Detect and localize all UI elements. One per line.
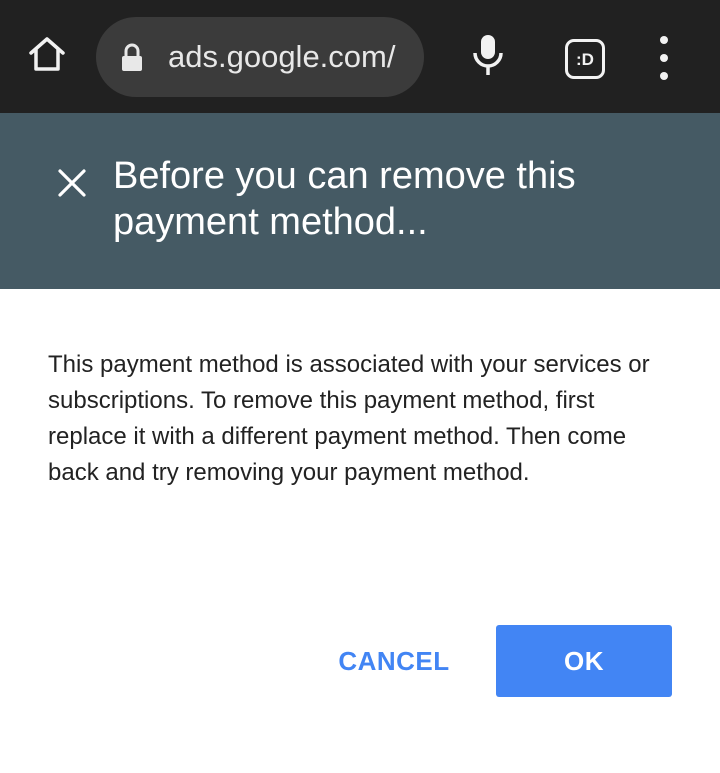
cancel-button[interactable]: CANCEL	[318, 626, 470, 696]
lock-icon	[120, 43, 144, 73]
ok-button[interactable]: OK	[496, 625, 672, 697]
home-icon	[27, 34, 67, 79]
tab-switcher-label: :D	[576, 49, 594, 69]
more-vert-icon	[660, 36, 668, 80]
tab-switcher-button[interactable]: :D	[565, 39, 605, 79]
close-icon	[57, 168, 87, 203]
browser-toolbar: ads.google.com/ :D	[0, 0, 720, 113]
dialog-header: Before you can remove this payment metho…	[0, 113, 720, 289]
microphone-icon	[472, 33, 504, 82]
dialog-message: This payment method is associated with y…	[48, 351, 650, 486]
url-bar[interactable]: ads.google.com/	[96, 17, 424, 97]
url-text: ads.google.com/	[168, 39, 396, 74]
voice-search-button[interactable]	[468, 34, 508, 80]
close-button[interactable]	[50, 163, 94, 207]
dialog-title: Before you can remove this payment metho…	[113, 155, 576, 243]
home-button[interactable]	[24, 33, 70, 79]
more-options-button[interactable]	[651, 36, 677, 80]
